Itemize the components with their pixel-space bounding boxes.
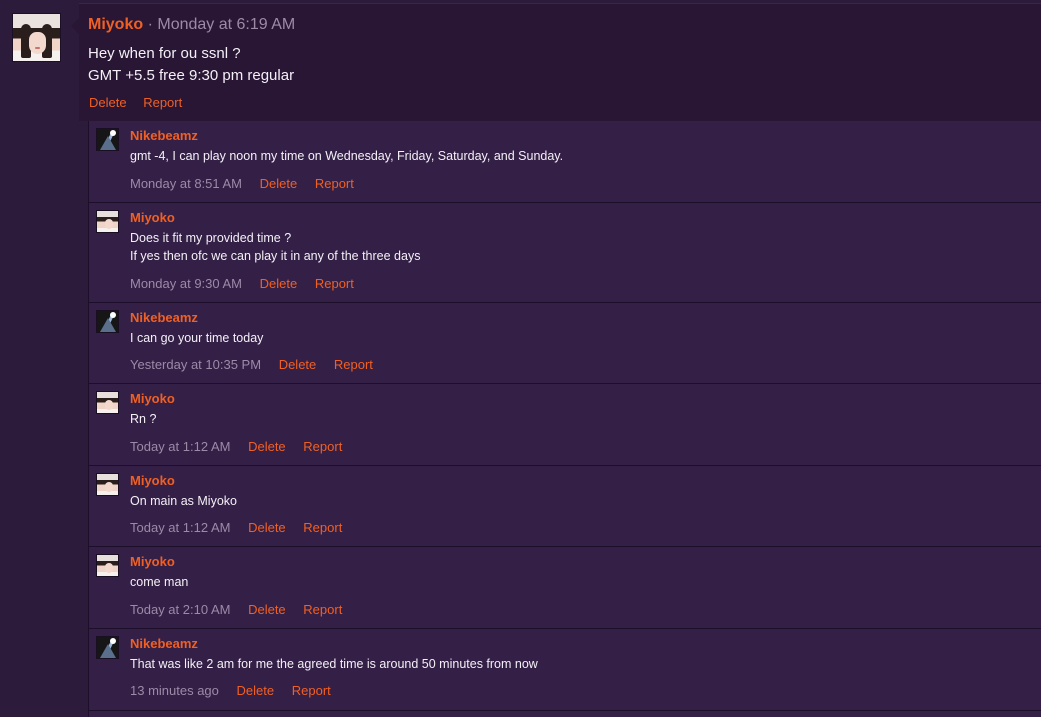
report-button[interactable]: Report [303,439,342,454]
delete-button[interactable]: Delete [260,176,298,191]
miyoko-avatar[interactable] [96,210,119,233]
comment-line: I can go your time today [130,331,264,345]
delete-button[interactable]: Delete [279,357,317,372]
nikebeamz-avatar[interactable] [96,310,119,333]
comment-line: That was like 2 am for me the agreed tim… [130,657,538,671]
comment-item: Nikebeamz I can go your time today Yeste… [89,303,1041,384]
report-button[interactable]: Report [143,95,182,110]
delete-button[interactable]: Delete [89,95,127,110]
avatar-figure [100,318,116,332]
comment-item: Miyoko Rn ? Today at 1:12 AM Delete Repo… [89,384,1041,466]
comment-text: gmt -4, I can play noon my time on Wedne… [130,147,563,165]
comment-line: come man [130,575,189,589]
comment-author[interactable]: Miyoko [130,473,175,488]
nikebeamz-avatar[interactable] [96,636,119,659]
avatar-figure [100,644,116,658]
comment-line: Does it fit my provided time ? [130,231,292,245]
nikebeamz-avatar[interactable] [96,128,119,151]
post-actions: Delete Report [89,95,195,110]
comment-text: come man [130,573,188,591]
report-button[interactable]: Report [292,683,331,698]
avatar-face [105,563,113,573]
comment-author[interactable]: Miyoko [130,554,175,569]
report-button[interactable]: Report [315,276,354,291]
delete-button[interactable]: Delete [260,276,298,291]
comment-text: On main as Miyoko [130,492,237,510]
comment-item: Nikebeamz That was like 2 am for me the … [89,629,1041,711]
delete-button[interactable]: Delete [248,602,286,617]
delete-button[interactable]: Delete [248,439,286,454]
comment-actions: Yesterday at 10:35 PM Delete Report [130,357,387,372]
comment-text: Does it fit my provided time ? If yes th… [130,229,420,265]
comment-author[interactable]: Nikebeamz [130,310,198,325]
post-meta: Miyoko · Monday at 6:19 AM [88,16,295,34]
delete-button[interactable]: Delete [248,520,286,535]
comment-line: On main as Miyoko [130,494,237,508]
avatar-face [105,400,113,410]
post-line: GMT +5.5 free 9:30 pm regular [88,67,295,84]
comment-author[interactable]: Nikebeamz [130,128,198,143]
comment-item: Miyoko come man Today at 2:10 AM Delete … [89,547,1041,629]
comment-timestamp[interactable]: Monday at 9:30 AM [130,276,242,291]
comment-timestamp[interactable]: Today at 1:12 AM [130,520,230,535]
miyoko-avatar[interactable] [96,554,119,577]
comment-timestamp[interactable]: Today at 1:12 AM [130,439,230,454]
delete-button[interactable]: Delete [237,683,275,698]
comment-timestamp[interactable]: Yesterday at 10:35 PM [130,357,261,372]
meta-separator: · [147,16,153,33]
report-button[interactable]: Report [315,176,354,191]
avatar-face [105,219,113,229]
avatar-spark [110,638,116,644]
comment-actions: Monday at 9:30 AM Delete Report [130,276,368,291]
post-timestamp[interactable]: Monday at 6:19 AM [157,16,295,33]
comment-author[interactable]: Miyoko [130,210,175,225]
avatar-face [105,482,113,492]
avatar-spark [110,130,116,136]
avatar-figure [100,136,116,150]
comment-author[interactable]: Miyoko [130,391,175,406]
comment-timestamp[interactable]: Today at 2:10 AM [130,602,230,617]
comment-actions: Today at 1:12 AM Delete Report [130,439,356,454]
comment-author[interactable]: Nikebeamz [130,636,198,651]
comment-actions: Today at 2:10 AM Delete Report [130,602,356,617]
avatar-spark [110,312,116,318]
avatar-face [29,32,46,54]
left-gutter [0,0,79,717]
comment-text: Rn ? [130,410,156,428]
comment-actions: Today at 1:12 AM Delete Report [130,520,356,535]
comment-text: I can go your time today [130,329,263,347]
report-button[interactable]: Report [303,520,342,535]
post-body: Hey when for ou ssnl ? GMT +5.5 free 9:3… [88,43,294,87]
comment-line: Rn ? [130,412,157,426]
comment-actions: 13 minutes ago Delete Report [130,683,345,698]
report-button[interactable]: Report [303,602,342,617]
miyoko-avatar[interactable] [96,391,119,414]
comment-actions: Monday at 8:51 AM Delete Report [130,176,368,191]
comment-text: That was like 2 am for me the agreed tim… [130,655,538,673]
avatar-mouth [35,47,40,49]
post-author[interactable]: Miyoko [88,16,143,33]
comment-list: Nikebeamz gmt -4, I can play noon my tim… [88,121,1041,717]
report-button[interactable]: Report [334,357,373,372]
comment-item: Miyoko On main as Miyoko Today at 1:12 A… [89,466,1041,547]
profile-post: Miyoko · Monday at 6:19 AM Hey when for … [71,3,1041,121]
post-line: Hey when for ou ssnl ? [88,45,241,62]
miyoko-avatar[interactable] [96,473,119,496]
author-avatar[interactable] [12,13,61,62]
comment-timestamp[interactable]: Monday at 8:51 AM [130,176,242,191]
comment-line: gmt -4, I can play noon my time on Wedne… [130,149,564,163]
comment-item: Miyoko Does it fit my provided time ? If… [89,203,1041,303]
comment-line: If yes then ofc we can play it in any of… [130,249,421,263]
comment-timestamp[interactable]: 13 minutes ago [130,683,219,698]
comment-item: Nikebeamz gmt -4, I can play noon my tim… [89,121,1041,203]
comment-item-partial [89,711,1041,717]
